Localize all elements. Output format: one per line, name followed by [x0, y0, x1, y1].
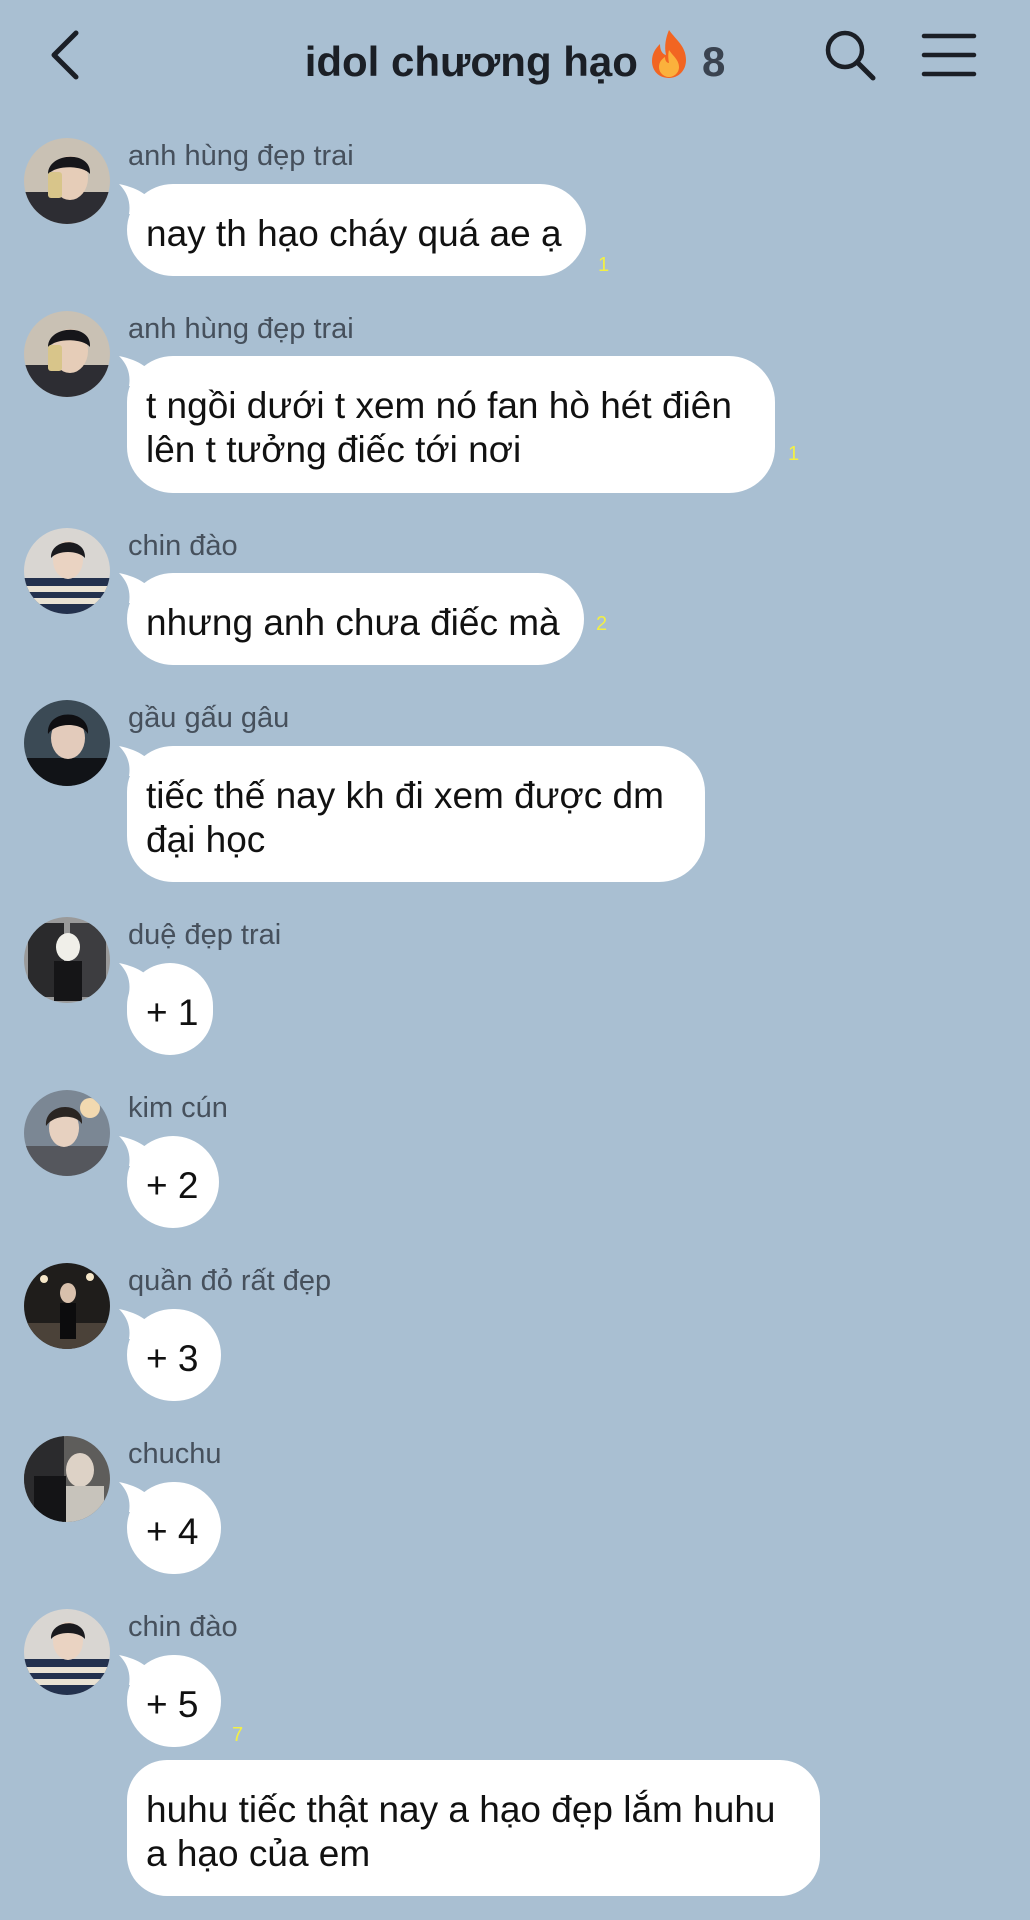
menu-button[interactable]: [921, 30, 977, 80]
message-text-line: lên t tưởng điếc tới nơi: [146, 429, 522, 470]
avatar[interactable]: [24, 1263, 110, 1349]
message-bubble[interactable]: t ngồi dưới t xem nó fan hò hét điên lên…: [119, 356, 775, 493]
message-bubble[interactable]: nay th hạo cháy quá ae ạ: [119, 184, 586, 276]
fire-icon: [646, 28, 692, 90]
sender-name: chin đào: [128, 1611, 238, 1643]
read-count: 2: [596, 613, 608, 635]
message-text-line: + 3: [146, 1338, 199, 1379]
bubble-tail: [119, 1482, 149, 1512]
sender-name: duệ đẹp trai: [128, 919, 282, 951]
message-bubble[interactable]: tiếc thế nay kh đi xem được dm đại học: [119, 746, 705, 882]
read-count: 1: [788, 443, 800, 465]
search-icon: [825, 30, 876, 81]
bubble-tail: [119, 1655, 149, 1685]
message-bubble[interactable]: huhu tiếc thật nay a hạo đẹp lắm huhu a …: [127, 1760, 820, 1896]
avatar[interactable]: [24, 311, 110, 397]
message-bubble[interactable]: + 1: [119, 963, 213, 1055]
message-text-line: a hạo của em: [146, 1833, 371, 1874]
avatar[interactable]: [24, 528, 110, 614]
search-button[interactable]: [823, 28, 877, 82]
avatar[interactable]: [24, 1090, 110, 1176]
member-count: 8: [701, 38, 726, 85]
avatar[interactable]: [24, 1436, 110, 1522]
bubble-tail: [119, 746, 149, 776]
avatar[interactable]: [24, 917, 110, 1003]
message-text-line: + 2: [146, 1165, 199, 1206]
message-text-line: t ngồi dưới t xem nó fan hò hét điên: [146, 385, 732, 426]
sender-name: quần đỏ rất đẹp: [128, 1265, 332, 1297]
message-text-line: nhưng anh chưa điếc mà: [146, 602, 560, 643]
message-text-line: nay th hạo cháy quá ae ạ: [146, 213, 562, 254]
hamburger-menu-icon: [921, 33, 977, 77]
avatar[interactable]: [24, 1609, 110, 1695]
read-count: 1: [598, 254, 610, 276]
bubble-tail: [119, 184, 149, 214]
message-bubble[interactable]: + 5: [119, 1655, 221, 1747]
bubble-tail: [119, 573, 149, 603]
message-text-line: đại học: [146, 819, 266, 860]
sender-name: kim cún: [128, 1092, 228, 1124]
bubble-tail: [119, 356, 149, 386]
message-bubble[interactable]: + 4: [119, 1482, 221, 1574]
sender-name: chin đào: [128, 530, 238, 562]
message-bubble[interactable]: + 2: [119, 1136, 219, 1228]
sender-name: anh hùng đẹp trai: [128, 140, 354, 172]
bubble-tail: [119, 1309, 149, 1339]
message-text-line: + 5: [146, 1684, 199, 1725]
message-bubble[interactable]: nhưng anh chưa điếc mà: [119, 573, 584, 665]
message-bubble[interactable]: + 3: [119, 1309, 221, 1401]
avatar[interactable]: [24, 700, 110, 786]
message-text-line: tiếc thế nay kh đi xem được dm: [146, 775, 664, 816]
sender-name: gầu gấu gâu: [128, 702, 290, 734]
chat-header: idol chương hạo 8: [0, 0, 1030, 110]
read-count: 7: [232, 1724, 244, 1746]
sender-name: anh hùng đẹp trai: [128, 313, 354, 345]
group-name: idol chương hạo: [304, 38, 638, 85]
bubble-tail: [119, 1136, 149, 1166]
bubble-tail: [119, 963, 149, 993]
message-text-line: + 4: [146, 1511, 199, 1552]
message-text-line: + 1: [146, 992, 199, 1033]
sender-name: chuchu: [128, 1438, 222, 1470]
message-text-line: huhu tiếc thật nay a hạo đẹp lắm huhu: [146, 1789, 776, 1830]
avatar[interactable]: [24, 138, 110, 224]
